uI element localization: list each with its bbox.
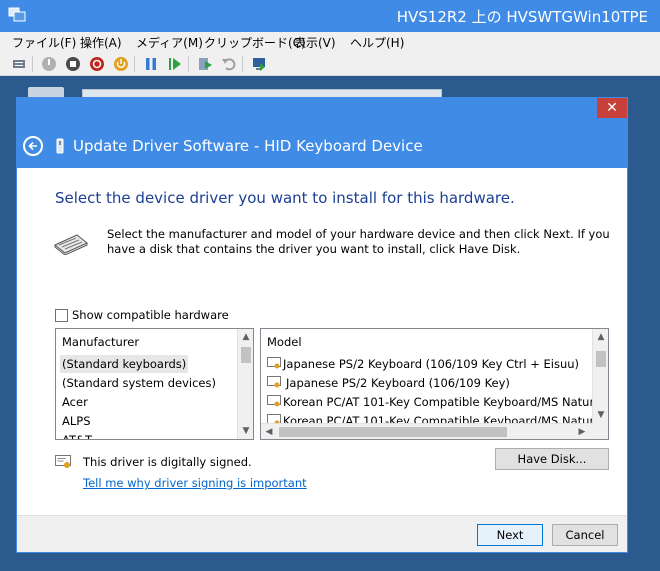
manufacturer-item-standard-system-devices[interactable]: (Standard system devices) (62, 374, 216, 392)
show-compatible-label: Show compatible hardware (72, 308, 229, 322)
scroll-down-icon[interactable]: ▼ (593, 407, 608, 423)
revert-icon[interactable] (220, 55, 238, 73)
cancel-button[interactable]: Cancel (552, 524, 618, 546)
model-list[interactable]: Model Japanese PS/2 Keyboard (106/109 Ke… (260, 328, 609, 440)
menu-help[interactable]: ヘルプ(H) (350, 34, 404, 51)
have-disk-button[interactable]: Have Disk... (495, 448, 609, 470)
device-icon (56, 138, 64, 154)
model-vertical-scrollbar[interactable]: ▲ ▼ (592, 329, 608, 423)
manufacturer-item-acer[interactable]: Acer (62, 393, 88, 411)
model-item-label: Korean PC/AT 101-Key Compatible Keyboard… (283, 395, 608, 409)
close-button[interactable]: ✕ (597, 98, 627, 118)
enhanced-session-icon[interactable] (250, 55, 268, 73)
model-item-jp-ps2-ctrl-eisuu[interactable]: Japanese PS/2 Keyboard (106/109 Key Ctrl… (267, 355, 579, 373)
scroll-corner (592, 423, 608, 439)
scroll-down-icon[interactable]: ▼ (238, 423, 253, 439)
signed-row: This driver is digitally signed. (55, 455, 252, 469)
signed-driver-icon (267, 357, 281, 369)
vm-connection-icon (8, 7, 26, 22)
signed-status-text: This driver is digitally signed. (83, 455, 252, 469)
vm-menubar: ファイル(F) 操作(A) メディア(M) クリップボード(C) 表示(V) ヘ… (0, 32, 660, 52)
manufacturer-list[interactable]: Manufacturer (Standard keyboards) (Stand… (55, 328, 254, 440)
vm-title-bar: HVS12R2 上の HVSWTGWin10TPE (0, 0, 660, 32)
next-button[interactable]: Next (477, 524, 543, 546)
show-compatible-checkbox-row[interactable]: Show compatible hardware (55, 307, 229, 323)
scroll-thumb[interactable] (279, 427, 507, 437)
model-item-label-selected: Japanese PS/2 Keyboard (106/109 Key) (286, 376, 510, 390)
dialog-header: ✕ Update Driver Software - HID Keyboard … (17, 98, 627, 168)
dialog-footer: Next Cancel (17, 515, 627, 552)
keyboard-icon (54, 234, 88, 255)
scroll-up-icon[interactable]: ▲ (238, 329, 253, 345)
back-arrow-icon (28, 141, 37, 151)
checkpoint-icon[interactable] (196, 55, 214, 73)
manufacturer-item-att[interactable]: AT&T (62, 431, 92, 439)
model-item-label: Japanese PS/2 Keyboard (106/109 Key Ctrl… (283, 357, 580, 371)
vm-toolbar (0, 52, 660, 76)
toolbar-separator (32, 56, 33, 72)
manufacturer-scrollbar[interactable]: ▲ ▼ (237, 329, 253, 439)
vm-window-title: HVS12R2 上の HVSWTGWin10TPE (396, 8, 648, 26)
signed-driver-icon (267, 395, 281, 407)
shut-down-icon[interactable] (88, 55, 106, 73)
toolbar-separator (134, 56, 135, 72)
menu-view[interactable]: 表示(V) (294, 34, 336, 51)
back-button[interactable] (23, 136, 43, 156)
ctrl-alt-del-icon[interactable] (10, 55, 28, 73)
resume-icon[interactable] (166, 55, 184, 73)
save-state-icon[interactable] (112, 55, 130, 73)
certificate-icon (55, 455, 71, 468)
driver-signing-link[interactable]: Tell me why driver signing is important (83, 476, 307, 490)
update-driver-dialog: ✕ Update Driver Software - HID Keyboard … (16, 97, 628, 553)
manufacturer-item-alps[interactable]: ALPS (62, 412, 91, 430)
toolbar-separator (242, 56, 243, 72)
turn-off-icon[interactable] (64, 55, 82, 73)
manufacturer-item-standard-keyboards[interactable]: (Standard keyboards) (60, 355, 189, 373)
dialog-heading: Select the device driver you want to ins… (55, 189, 515, 207)
scroll-right-icon[interactable]: ▶ (574, 424, 590, 439)
menu-clipboard[interactable]: クリップボード(C) (204, 34, 306, 51)
pause-icon[interactable] (142, 55, 160, 73)
menu-file[interactable]: ファイル(F) (12, 34, 76, 51)
model-header: Model (267, 335, 302, 349)
scroll-thumb[interactable] (241, 347, 251, 363)
toolbar-separator (188, 56, 189, 72)
scroll-up-icon[interactable]: ▲ (593, 329, 608, 345)
scroll-thumb[interactable] (596, 351, 606, 367)
dialog-description: Select the manufacturer and model of you… (107, 227, 610, 256)
menu-media[interactable]: メディア(M) (136, 34, 203, 51)
model-item-jp-ps2-106-109[interactable]: Japanese PS/2 Keyboard (106/109 Key) (267, 374, 513, 392)
manufacturer-header: Manufacturer (62, 335, 140, 349)
model-horizontal-scrollbar[interactable]: ◀ ▶ (261, 423, 592, 439)
dialog-title: Update Driver Software - HID Keyboard De… (73, 137, 423, 155)
start-icon[interactable] (40, 55, 58, 73)
show-compatible-checkbox[interactable] (55, 308, 68, 322)
signed-driver-icon (267, 376, 281, 388)
scroll-left-icon[interactable]: ◀ (261, 424, 277, 439)
model-item-korean-type1[interactable]: Korean PC/AT 101-Key Compatible Keyboard… (267, 393, 608, 411)
menu-action[interactable]: 操作(A) (80, 34, 122, 51)
